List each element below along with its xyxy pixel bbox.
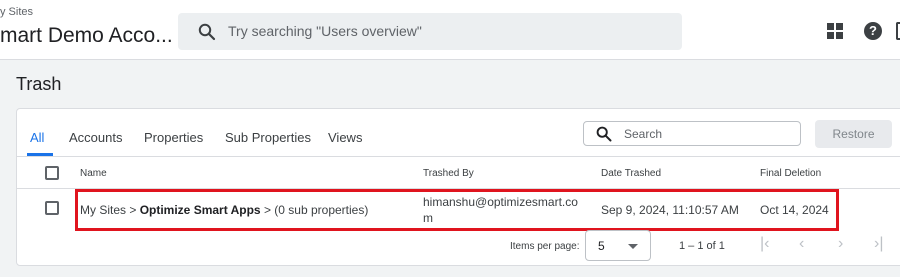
tab-views[interactable]: Views [328,130,362,145]
trash-search-input[interactable]: Search [583,121,801,146]
next-page-icon[interactable]: › [838,235,843,253]
first-page-icon[interactable]: |‹ [760,235,769,253]
breadcrumb[interactable]: y Sites [0,6,33,18]
search-icon [596,126,612,142]
trash-search-placeholder: Search [624,127,663,141]
account-icon[interactable] [896,22,900,40]
page-title: Trash [16,74,62,94]
global-search-placeholder: Try searching "Users overview" [228,23,422,39]
divider [17,156,900,157]
select-all-checkbox[interactable] [45,166,59,180]
search-icon [198,23,216,41]
previous-page-icon[interactable]: ‹ [799,235,804,253]
top-app-bar: y Sites mart Demo Acco... Try searching … [0,0,900,60]
items-per-page-select[interactable]: 5 [585,230,651,261]
trash-card: All Accounts Properties Sub Properties V… [16,108,900,266]
column-header-name[interactable]: Name [80,168,107,179]
account-name: mart Demo Acco... [0,24,173,47]
tab-properties[interactable]: Properties [144,130,203,145]
last-page-icon[interactable]: ›| [874,235,883,253]
chevron-down-icon [628,244,638,249]
account-selector[interactable]: mart Demo Acco... [0,24,191,48]
pagination-range: 1 – 1 of 1 [679,240,725,252]
column-header-final-deletion[interactable]: Final Deletion [760,168,821,179]
items-per-page-value: 5 [598,239,605,253]
row-checkbox[interactable] [45,201,59,215]
global-search-bar[interactable]: Try searching "Users overview" [178,13,682,50]
tab-sub-properties[interactable]: Sub Properties [225,130,311,145]
items-per-page-label: Items per page: [510,241,580,252]
restore-button[interactable]: Restore [815,120,892,148]
highlight-annotation [75,189,839,231]
apps-grid-icon[interactable] [827,23,843,39]
tab-accounts[interactable]: Accounts [69,130,122,145]
column-header-date-trashed[interactable]: Date Trashed [601,168,661,179]
column-header-trashed-by[interactable]: Trashed By [423,168,474,179]
help-icon[interactable]: ? [864,22,882,40]
tab-all[interactable]: All [30,130,44,145]
